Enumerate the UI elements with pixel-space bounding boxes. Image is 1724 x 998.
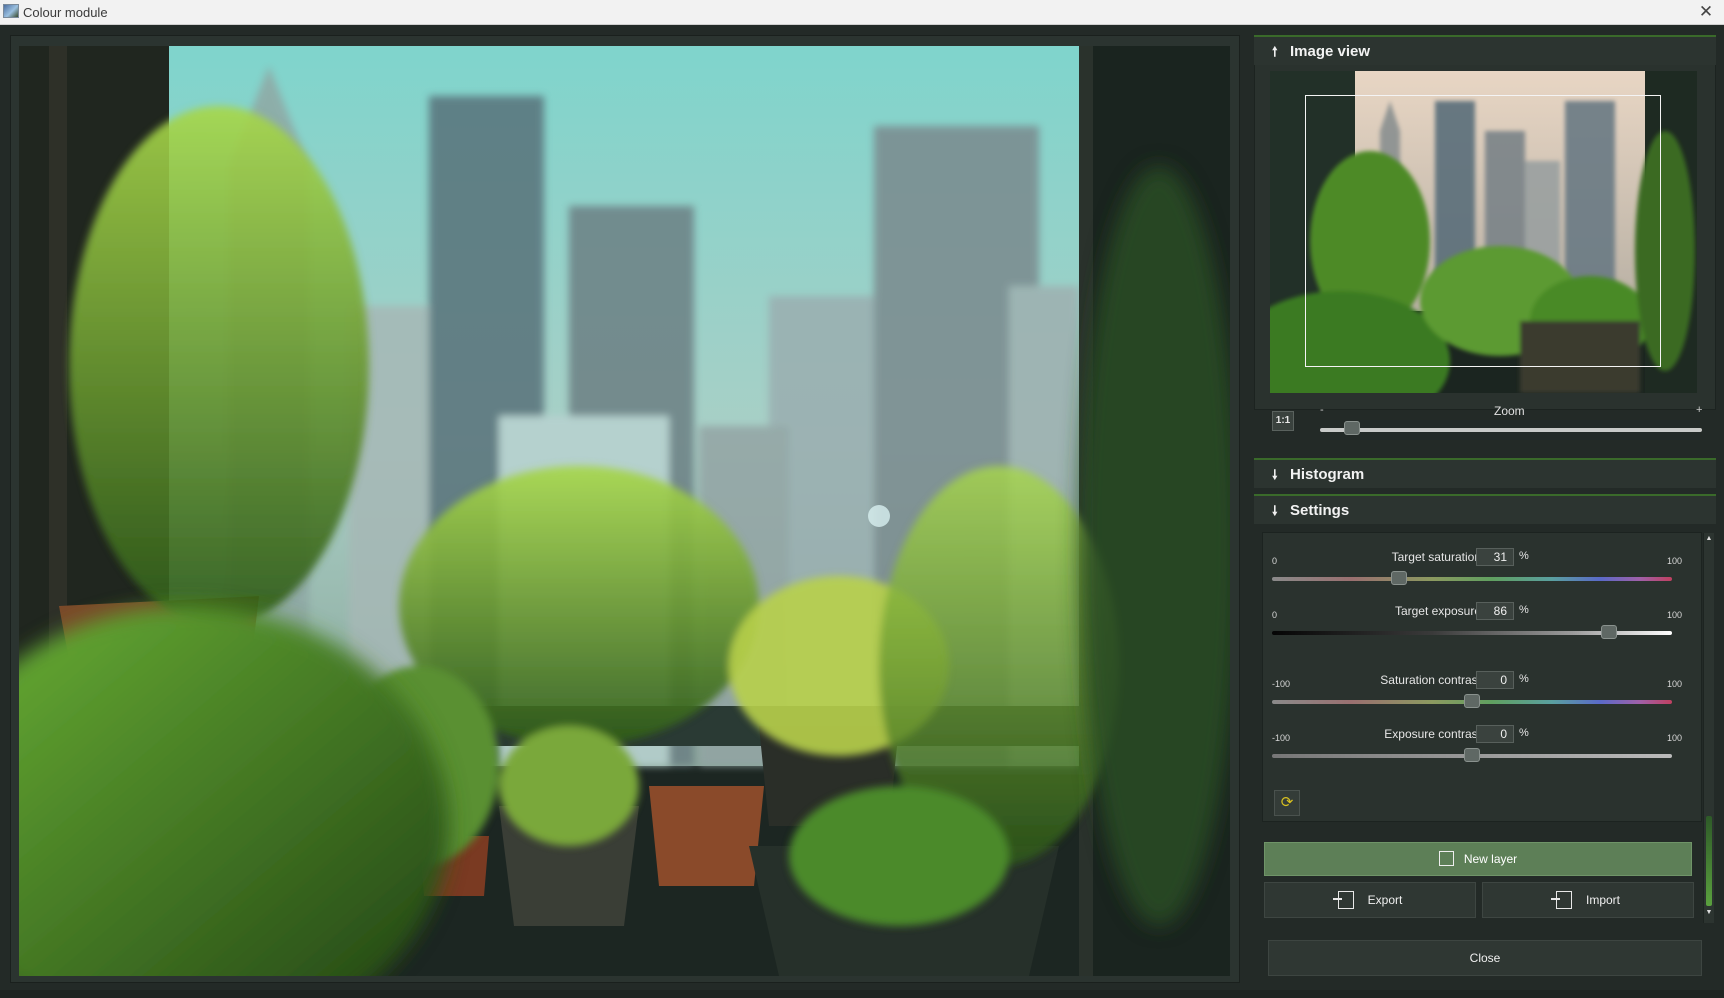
slider-value-field[interactable]: 31 [1476, 548, 1514, 566]
slider-value-field[interactable]: 0 [1476, 671, 1514, 689]
zoom-label: Zoom [1494, 404, 1525, 418]
app-icon [3, 4, 19, 18]
settings-title: Settings [1290, 502, 1350, 519]
slider-track[interactable] [1272, 577, 1672, 581]
navigator-thumbnail[interactable] [1270, 71, 1697, 393]
new-layer-icon [1438, 851, 1454, 866]
slider-value-field[interactable]: 0 [1476, 725, 1514, 743]
slider-max-label: 100 [1666, 556, 1682, 566]
window-bottom-edge [0, 990, 1724, 998]
export-icon [1332, 891, 1354, 909]
slider-handle[interactable] [1464, 748, 1480, 762]
viewport-indicator[interactable] [1305, 95, 1661, 367]
slider-value-field[interactable]: 86 [1476, 602, 1514, 620]
slider-min-label: 0 [1272, 556, 1278, 566]
zoom-1-1-button[interactable]: 1:1 [1272, 411, 1294, 431]
slider-name: Target saturation [1391, 550, 1481, 564]
saturation-contrast-slider[interactable]: -100 Saturation contrast 0 % 100 [1272, 671, 1682, 719]
slider-name: Saturation contrast [1380, 673, 1481, 687]
slider-handle[interactable] [1601, 625, 1617, 639]
image-view-title: Image view [1290, 43, 1371, 60]
slider-name: Exposure contrast [1384, 727, 1481, 741]
settings-header[interactable]: 🠗 Settings [1254, 494, 1716, 524]
histogram-title: Histogram [1290, 466, 1365, 483]
main-photo [19, 46, 1230, 976]
new-layer-button[interactable]: New layer [1264, 842, 1692, 876]
settings-scrollbar[interactable]: ▲ ▼ [1703, 533, 1714, 923]
zoom-slider-handle[interactable] [1344, 421, 1360, 435]
import-label: Import [1585, 893, 1620, 907]
export-label: Export [1367, 893, 1403, 907]
collapse-arrow-icon: 🠕 [1272, 44, 1278, 59]
zoom-max-label: + [1696, 404, 1703, 416]
window-title: Colour module [23, 5, 108, 20]
zoom-slider-track[interactable] [1320, 428, 1702, 432]
expand-arrow-icon: 🠗 [1272, 467, 1278, 482]
image-viewport[interactable] [10, 35, 1240, 983]
new-layer-label: New layer [1463, 852, 1518, 866]
slider-max-label: 100 [1666, 733, 1682, 743]
target-exposure-slider[interactable]: 0 Target exposure 86 % 100 [1272, 602, 1682, 650]
reset-icon[interactable]: ⟳ [1274, 790, 1300, 816]
import-button[interactable]: Import [1482, 882, 1694, 918]
close-button[interactable]: Close [1268, 940, 1702, 976]
slider-unit: % [1519, 550, 1529, 562]
target-saturation-slider[interactable]: 0 Target saturation 31 % 100 [1272, 548, 1682, 596]
slider-min-label: 0 [1272, 610, 1278, 620]
slider-min-label: -100 [1272, 733, 1291, 743]
slider-max-label: 100 [1666, 610, 1682, 620]
image-view-header[interactable]: 🠕 Image view [1254, 35, 1716, 65]
expand-arrow-icon: 🠗 [1272, 503, 1278, 518]
slider-max-label: 100 [1666, 679, 1682, 689]
slider-unit: % [1519, 727, 1529, 739]
zoom-min-label: - [1320, 404, 1324, 416]
slider-handle[interactable] [1391, 571, 1407, 585]
scrollbar-thumb[interactable] [1706, 816, 1712, 906]
slider-handle[interactable] [1464, 694, 1480, 708]
export-button[interactable]: Export [1264, 882, 1476, 918]
slider-min-label: -100 [1272, 679, 1291, 689]
exposure-contrast-slider[interactable]: -100 Exposure contrast 0 % 100 [1272, 725, 1682, 773]
window-close-icon[interactable]: ✕ [1696, 2, 1716, 22]
slider-unit: % [1519, 673, 1529, 685]
histogram-header[interactable]: 🠗 Histogram [1254, 458, 1716, 488]
slider-name: Target exposure [1394, 604, 1481, 618]
title-bar: Colour module ✕ [0, 0, 1724, 25]
scroll-up-icon[interactable]: ▲ [1704, 535, 1714, 547]
import-icon [1550, 891, 1572, 909]
slider-unit: % [1519, 604, 1529, 616]
scroll-down-icon[interactable]: ▼ [1704, 909, 1714, 921]
